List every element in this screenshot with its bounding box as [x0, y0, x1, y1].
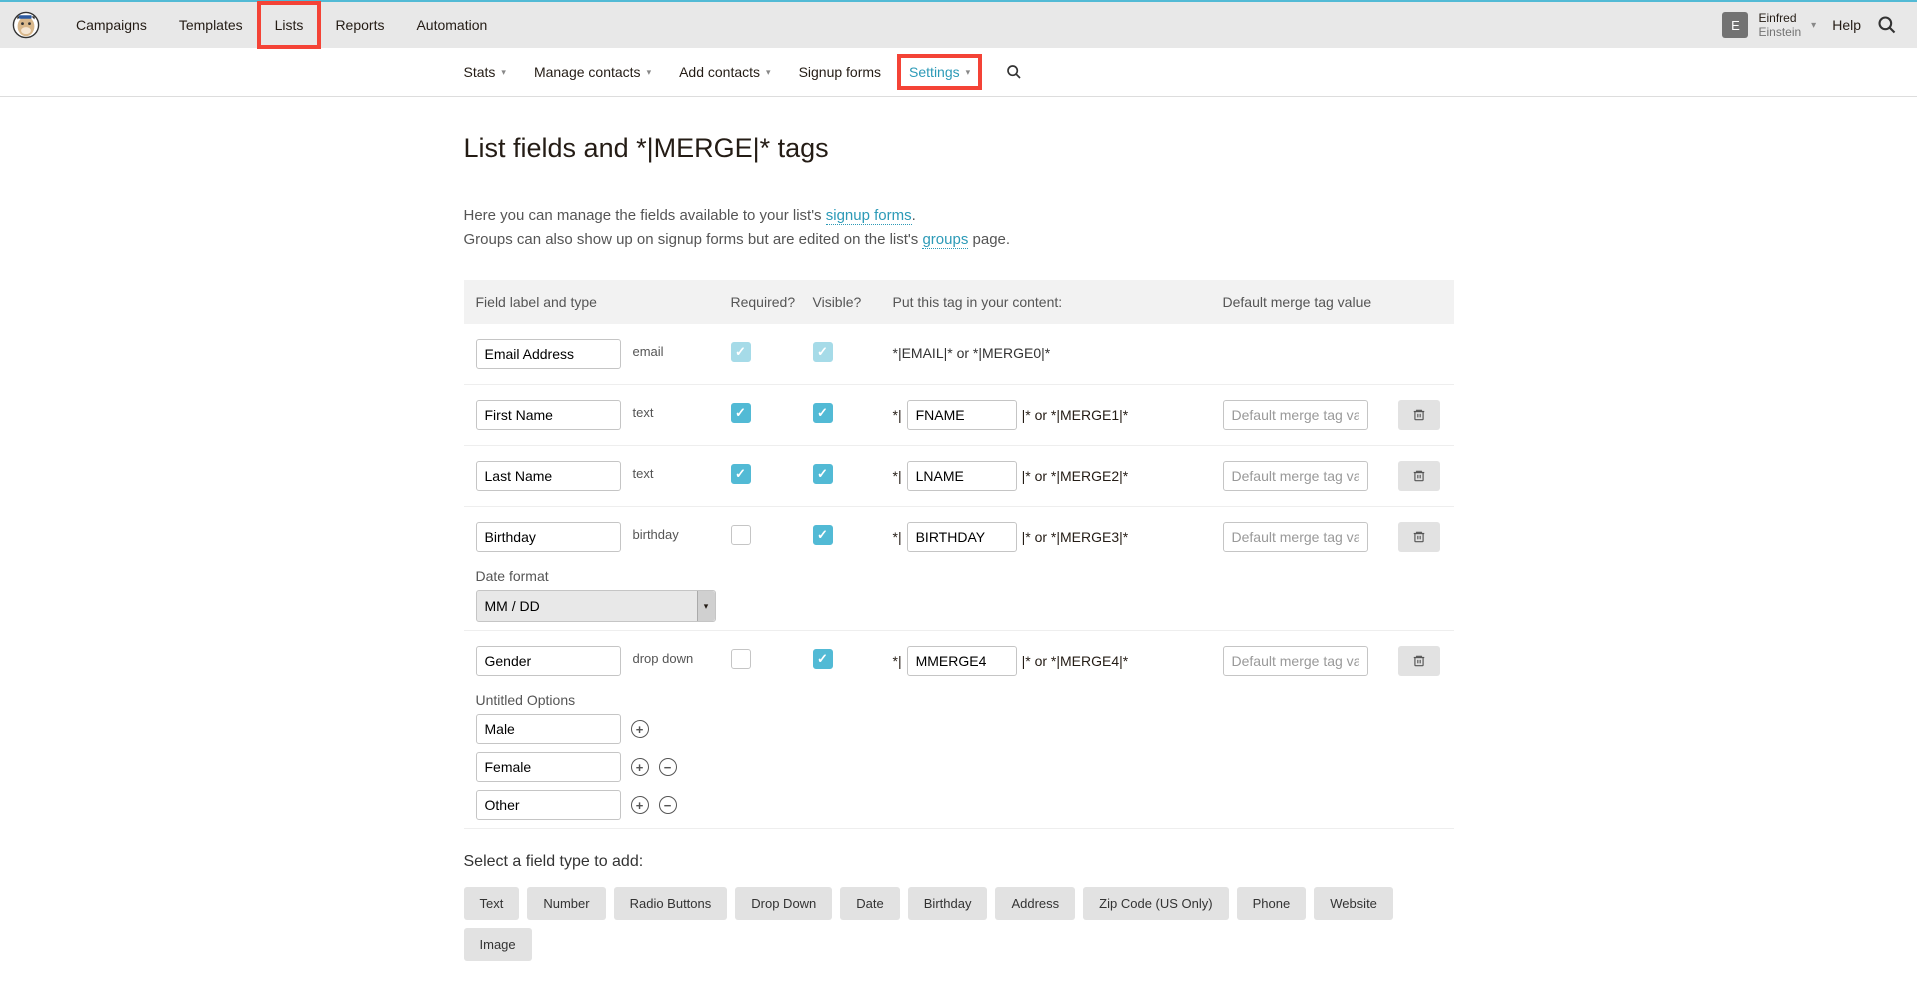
add-field-number[interactable]: Number [527, 887, 605, 920]
field-label-input[interactable] [476, 461, 621, 491]
merge-tag-input[interactable] [907, 522, 1017, 552]
field-label-input[interactable] [476, 400, 621, 430]
required-checkbox[interactable] [731, 464, 751, 484]
field-label-input[interactable] [476, 339, 621, 369]
field-type-label: birthday [633, 527, 679, 542]
field-row: text*||* or *|MERGE2|* [464, 446, 1454, 507]
field-row: text*||* or *|MERGE1|* [464, 385, 1454, 446]
remove-option-button[interactable]: − [659, 758, 677, 776]
add-field-website[interactable]: Website [1314, 887, 1393, 920]
visible-checkbox [813, 342, 833, 362]
add-field-text[interactable]: Text [464, 887, 520, 920]
add-field-radio-buttons[interactable]: Radio Buttons [614, 887, 728, 920]
subnav-manage-contacts[interactable]: Manage contacts▾ [534, 64, 651, 80]
groups-link[interactable]: groups [922, 231, 968, 249]
user-subtitle: Einstein [1758, 25, 1801, 39]
chevron-down-icon: ▾ [647, 67, 652, 78]
chevron-down-icon: ▾ [1811, 20, 1816, 31]
visible-checkbox[interactable] [813, 649, 833, 669]
required-checkbox[interactable] [731, 649, 751, 669]
date-format-label: Date format [476, 568, 1442, 584]
intro-text: Here you can manage the fields available… [464, 204, 1454, 252]
add-field-address[interactable]: Address [995, 887, 1075, 920]
field-row: drop down*||* or *|MERGE4|* [464, 631, 1454, 681]
remove-option-button[interactable]: − [659, 796, 677, 814]
signup-forms-link[interactable]: signup forms [826, 207, 912, 225]
visible-checkbox[interactable] [813, 403, 833, 423]
field-row: email *|EMAIL|* or *|MERGE0|* [464, 324, 1454, 385]
default-value-input[interactable] [1223, 646, 1368, 676]
default-value-input[interactable] [1223, 522, 1368, 552]
merge-tag-input[interactable] [907, 646, 1017, 676]
option-input[interactable] [476, 790, 621, 820]
merge-tag-text: *|EMAIL|* or *|MERGE0|* [893, 345, 1223, 361]
field-type-label: text [633, 405, 654, 420]
delete-field-button[interactable] [1398, 522, 1440, 552]
nav-automation[interactable]: Automation [400, 3, 503, 47]
default-value-input[interactable] [1223, 461, 1368, 491]
add-field-phone[interactable]: Phone [1237, 887, 1307, 920]
field-label-input[interactable] [476, 522, 621, 552]
user-name: Einfred [1758, 11, 1801, 25]
field-type-label: email [633, 344, 664, 359]
mailchimp-logo[interactable] [12, 11, 40, 39]
table-header: Field label and type Required? Visible? … [464, 280, 1454, 324]
search-icon[interactable] [1877, 15, 1897, 35]
add-option-button[interactable]: + [631, 758, 649, 776]
merge-tag-input[interactable] [907, 461, 1017, 491]
add-field-zip-code-us-only-[interactable]: Zip Code (US Only) [1083, 887, 1228, 920]
visible-checkbox[interactable] [813, 525, 833, 545]
add-option-button[interactable]: + [631, 796, 649, 814]
subnav-add-contacts[interactable]: Add contacts▾ [679, 64, 770, 80]
nav-templates[interactable]: Templates [163, 3, 259, 47]
nav-campaigns[interactable]: Campaigns [60, 3, 163, 47]
option-input[interactable] [476, 752, 621, 782]
field-type-label: text [633, 466, 654, 481]
default-value-input[interactable] [1223, 400, 1368, 430]
add-option-button[interactable]: + [631, 720, 649, 738]
option-input[interactable] [476, 714, 621, 744]
add-field-birthday[interactable]: Birthday [908, 887, 988, 920]
field-row: birthday*||* or *|MERGE3|* [464, 507, 1454, 557]
field-label-input[interactable] [476, 646, 621, 676]
subnav-settings[interactable]: Settings▾ [901, 58, 978, 86]
field-row-extra: Untitled Options++−+− [464, 681, 1454, 829]
subnav-search-icon[interactable] [1006, 64, 1022, 80]
top-nav-links: CampaignsTemplatesListsReportsAutomation [60, 3, 1722, 47]
chevron-down-icon: ▾ [766, 67, 771, 78]
field-row-extra: Date formatMM / DD▾ [464, 557, 1454, 631]
page-title: List fields and *|MERGE|* tags [464, 133, 1454, 164]
user-avatar: E [1722, 12, 1748, 38]
subnav-signup-forms[interactable]: Signup forms [799, 64, 881, 80]
delete-field-button[interactable] [1398, 646, 1440, 676]
account-menu[interactable]: E Einfred Einstein ▾ [1722, 11, 1816, 40]
nav-reports[interactable]: Reports [319, 3, 400, 47]
nav-lists[interactable]: Lists [259, 3, 320, 47]
add-field-date[interactable]: Date [840, 887, 899, 920]
required-checkbox[interactable] [731, 525, 751, 545]
visible-checkbox[interactable] [813, 464, 833, 484]
date-format-select[interactable]: MM / DD [476, 590, 716, 622]
delete-field-button[interactable] [1398, 400, 1440, 430]
chevron-down-icon: ▾ [966, 67, 971, 78]
merge-tag-input[interactable] [907, 400, 1017, 430]
add-field-image[interactable]: Image [464, 928, 532, 961]
field-type-label: drop down [633, 651, 694, 666]
add-field-drop-down[interactable]: Drop Down [735, 887, 832, 920]
required-checkbox[interactable] [731, 403, 751, 423]
delete-field-button[interactable] [1398, 461, 1440, 491]
required-checkbox [731, 342, 751, 362]
subnav-stats[interactable]: Stats▾ [464, 64, 506, 80]
help-link[interactable]: Help [1832, 17, 1861, 33]
chevron-down-icon: ▾ [501, 67, 506, 78]
add-field-title: Select a field type to add: [464, 853, 1454, 871]
options-label: Untitled Options [476, 692, 1442, 708]
